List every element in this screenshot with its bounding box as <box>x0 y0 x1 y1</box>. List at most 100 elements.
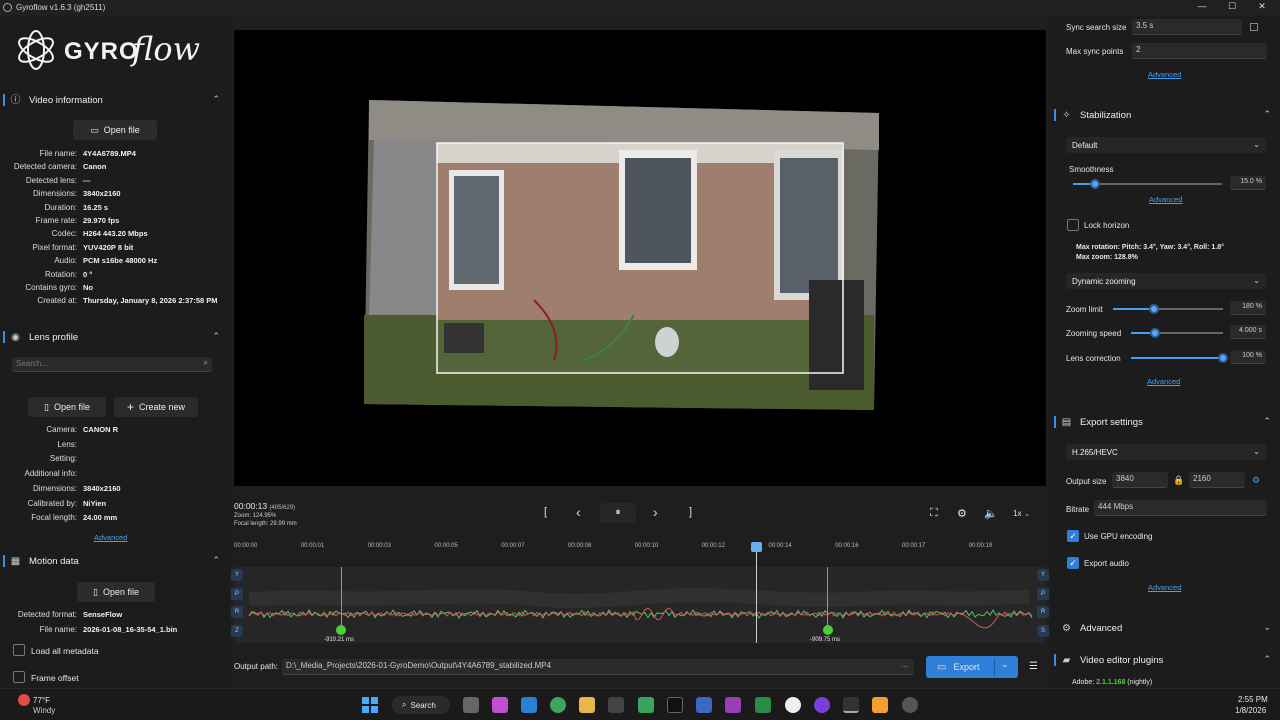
axis-toggle-s[interactable]: S <box>1037 624 1049 637</box>
app-icon[interactable] <box>755 697 771 713</box>
stabilize-toggle-icon[interactable]: ⚙ <box>957 507 967 520</box>
close-button[interactable]: ✕ <box>1252 1 1272 14</box>
sync-point-1[interactable] <box>336 625 346 635</box>
onenote-icon[interactable] <box>725 697 741 713</box>
zoom-limit-input[interactable]: 180 % <box>1230 301 1266 315</box>
chevron-down-icon[interactable]: ⌄ <box>1001 659 1009 670</box>
outlook-icon[interactable] <box>521 697 537 713</box>
pause-button[interactable]: ⏸ <box>600 503 636 523</box>
axis-toggle-y[interactable]: Y <box>1037 569 1049 581</box>
codec-dropdown[interactable]: H.265/HEVC ⌄ <box>1066 444 1266 460</box>
output-width-input[interactable]: 3840 <box>1112 472 1168 488</box>
load-metadata-checkbox[interactable] <box>13 644 25 656</box>
advanced-header[interactable]: ⚙ Advanced ⌄ <box>1051 618 1280 638</box>
axis-toggle-y[interactable]: Y <box>231 569 243 581</box>
chevron-up-icon[interactable]: ⌃ <box>212 331 220 342</box>
export-advanced-link[interactable]: Advanced <box>1148 583 1181 592</box>
chevron-up-icon[interactable]: ⌃ <box>1263 416 1271 427</box>
fit-view-icon[interactable]: ⛶ <box>930 507 938 520</box>
smoothness-input[interactable]: 15.0 % <box>1230 176 1266 190</box>
zooming-speed-slider[interactable] <box>1131 328 1223 338</box>
sync-advanced-link[interactable]: Advanced <box>1148 70 1181 79</box>
frame-offset-checkbox[interactable] <box>13 671 25 683</box>
zooming-speed-input[interactable]: 4.000 s <box>1230 325 1266 339</box>
weather-icon[interactable] <box>18 694 30 706</box>
size-settings-icon[interactable]: ⚙ <box>1252 475 1260 486</box>
bitrate-input[interactable]: 444 Mbps <box>1094 500 1267 516</box>
export-settings-header[interactable]: ▤ Export settings ⌃ <box>1051 412 1280 432</box>
axis-toggle-r[interactable]: R <box>231 606 243 618</box>
taskbar-search[interactable]: ⌕ Search <box>392 696 450 714</box>
goto-start-button[interactable]: [ <box>544 506 547 518</box>
lock-horizon-checkbox[interactable] <box>1067 219 1079 231</box>
chevron-down-icon[interactable]: ⌄ <box>1263 622 1271 633</box>
start-button[interactable] <box>362 697 378 713</box>
video-preview[interactable] <box>234 30 1046 486</box>
lens-advanced-link[interactable]: Advanced <box>94 533 127 542</box>
axis-toggle-p[interactable]: P <box>231 587 243 600</box>
axis-toggle-r[interactable]: R <box>1037 606 1049 618</box>
create-lens-button[interactable]: + Create new <box>114 397 198 417</box>
render-queue-icon[interactable]: ☰ <box>1029 661 1038 672</box>
gyroflow-taskbar-icon[interactable] <box>843 697 859 713</box>
lens-correction-input[interactable]: 100 % <box>1230 350 1266 364</box>
chevron-up-icon[interactable]: ⌃ <box>212 555 220 566</box>
output-path-input[interactable]: D:\_Media_Projects\2026-01-GyroDemo\Outp… <box>282 659 914 675</box>
stabilization-header[interactable]: ✧ Stabilization ⌃ <box>1051 105 1280 125</box>
timeline-chart[interactable] <box>234 567 1046 643</box>
app-icon[interactable] <box>814 697 830 713</box>
smoothing-advanced-link[interactable]: Advanced <box>1149 195 1182 204</box>
smoothness-slider[interactable] <box>1073 179 1222 189</box>
max-sync-points-input[interactable]: 2 <box>1132 43 1267 59</box>
timeline-ruler[interactable]: 00:00:00 00:00:01 00:00:03 00:00:05 00:00:07… <box>234 543 1046 553</box>
zoom-limit-slider[interactable] <box>1113 304 1223 314</box>
sync-point-2[interactable] <box>823 625 833 635</box>
slider-handle[interactable] <box>1148 304 1159 314</box>
app-icon[interactable] <box>902 697 918 713</box>
speed-select[interactable]: 1x ⌄ <box>1013 509 1030 518</box>
plugins-header[interactable]: ▰ Video editor plugins ⌃ <box>1051 650 1280 670</box>
playhead[interactable] <box>755 543 757 643</box>
slider-handle[interactable] <box>1090 179 1101 189</box>
playhead-handle[interactable] <box>750 542 762 552</box>
gpu-encoding-checkbox[interactable]: ✓ <box>1067 530 1079 542</box>
video-info-header[interactable]: ⓘ Video information ⌃ <box>0 90 229 110</box>
maximize-button[interactable]: ☐ <box>1222 1 1242 14</box>
export-button[interactable]: ▭ Export ⌄ <box>926 656 1018 678</box>
notepad-icon[interactable] <box>638 697 654 713</box>
volume-icon[interactable]: 🔈 <box>984 507 998 520</box>
app-icon[interactable] <box>785 697 801 713</box>
app-icon[interactable] <box>872 697 888 713</box>
zoom-advanced-link[interactable]: Advanced <box>1147 377 1180 386</box>
lens-profile-header[interactable]: ◉ Lens profile ⌃ <box>0 327 229 347</box>
stabilization-preset-dropdown[interactable]: Default ⌄ <box>1066 137 1266 153</box>
copilot-icon[interactable] <box>492 697 508 713</box>
task-view-icon[interactable] <box>463 697 479 713</box>
slider-handle[interactable] <box>1218 353 1228 363</box>
open-motion-button[interactable]: ▯ Open file <box>77 582 155 602</box>
output-height-input[interactable]: 2160 <box>1189 472 1245 488</box>
app-icon[interactable] <box>696 697 712 713</box>
goto-end-button[interactable]: ] <box>689 506 692 518</box>
open-lens-button[interactable]: ▯ Open file <box>28 397 106 417</box>
terminal-icon[interactable] <box>667 697 683 713</box>
zooming-mode-dropdown[interactable]: Dynamic zooming ⌄ <box>1066 273 1266 289</box>
export-audio-checkbox[interactable]: ✓ <box>1067 557 1079 569</box>
chevron-up-icon[interactable]: ⌃ <box>1263 109 1271 120</box>
open-video-button[interactable]: ▭ Open file <box>73 120 157 140</box>
chevron-up-icon[interactable]: ⌃ <box>1263 654 1271 665</box>
store-icon[interactable] <box>608 697 624 713</box>
chevron-up-icon[interactable]: ⌃ <box>212 94 220 105</box>
browse-button[interactable]: ... <box>901 660 908 669</box>
minimize-button[interactable]: — <box>1192 1 1212 14</box>
lock-icon[interactable]: 🔒 <box>1173 475 1184 486</box>
next-frame-button[interactable]: › <box>653 504 658 520</box>
lens-search-input[interactable]: Search... ⌕ <box>12 357 212 372</box>
sync-search-size-input[interactable]: 3.5 s <box>1132 19 1242 35</box>
sync-option-checkbox[interactable] <box>1250 23 1258 31</box>
file-explorer-icon[interactable] <box>579 697 595 713</box>
axis-toggle-p[interactable]: P <box>1037 587 1049 600</box>
chrome-icon[interactable] <box>550 697 566 713</box>
prev-frame-button[interactable]: ‹ <box>576 504 581 520</box>
slider-handle[interactable] <box>1149 328 1160 338</box>
